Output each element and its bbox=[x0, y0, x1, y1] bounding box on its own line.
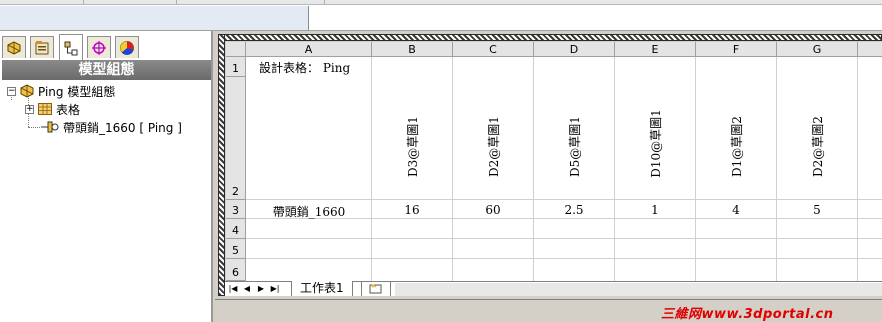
feature-manager-panel: 模型組態 − Ping 模型組態 + 表格 帶頭銷_1660 [Ping] bbox=[0, 31, 213, 322]
prev-sheet-button[interactable]: ◀ bbox=[241, 283, 253, 295]
cell-d3[interactable]: 2.5 bbox=[534, 203, 614, 217]
column-header-b[interactable]: B bbox=[372, 42, 453, 57]
configuration-icon bbox=[40, 119, 60, 135]
top-toolbar bbox=[0, 0, 882, 31]
cell-c3[interactable]: 60 bbox=[453, 203, 533, 217]
cell-a1[interactable]: 設計表格： Ping bbox=[259, 59, 350, 76]
next-sheet-button[interactable]: ▶ bbox=[255, 283, 267, 295]
watermark: 三維网www.3dportal.cn bbox=[661, 307, 834, 322]
design-table-icon bbox=[37, 101, 53, 117]
tab-property-manager[interactable] bbox=[30, 36, 54, 58]
row-header-5[interactable]: 5 bbox=[226, 239, 246, 259]
panel-title: 模型組態 bbox=[2, 60, 211, 80]
insert-sheet-icon bbox=[369, 284, 382, 294]
dimxpert-icon bbox=[92, 40, 106, 55]
status-strip bbox=[215, 296, 882, 300]
column-header-f[interactable]: F bbox=[696, 42, 777, 57]
tree-root[interactable]: − Ping 模型組態 bbox=[7, 82, 115, 100]
insert-sheet-tab[interactable] bbox=[361, 282, 391, 297]
edit-border-top bbox=[218, 34, 882, 41]
tab-dimxpert[interactable] bbox=[87, 36, 111, 58]
sheet-tab-1[interactable]: 工作表1 bbox=[291, 281, 353, 297]
expand-toggle[interactable]: + bbox=[25, 104, 34, 114]
row-header-1[interactable]: 1 bbox=[226, 57, 246, 77]
sheet-tab-bar: |◀ ◀ ▶ ▶| 工作表1 bbox=[225, 281, 882, 297]
cell-e3[interactable]: 1 bbox=[615, 203, 695, 217]
display-manager-icon bbox=[120, 40, 134, 55]
spreadsheet-grid[interactable]: A B C D E F G 1 2 3 4 5 6 設計表格： Ping D3@… bbox=[226, 42, 882, 281]
column-header-d[interactable]: D bbox=[534, 42, 615, 57]
manager-tabs bbox=[2, 34, 211, 60]
tab-display-manager[interactable] bbox=[115, 36, 139, 58]
cell-b2[interactable]: D3@草圖1 bbox=[372, 77, 452, 199]
configuration-manager-icon bbox=[64, 41, 78, 55]
part-icon bbox=[19, 83, 35, 99]
tab-feature-manager[interactable] bbox=[2, 36, 26, 58]
last-sheet-button[interactable]: ▶| bbox=[269, 283, 281, 295]
select-all-corner[interactable] bbox=[226, 42, 246, 57]
cell-d2[interactable]: D5@草圖1 bbox=[534, 77, 614, 199]
column-header-h[interactable] bbox=[858, 42, 882, 57]
column-header-g[interactable]: G bbox=[777, 42, 858, 57]
app-window: 模型組態 − Ping 模型組態 + 表格 帶頭銷_1660 [Ping] … bbox=[0, 0, 882, 322]
collapse-toggle[interactable]: − bbox=[7, 86, 16, 96]
tree-item-configuration-label: 帶頭銷_1660 [ Ping ] bbox=[63, 120, 182, 135]
row-header-2[interactable]: 2 bbox=[226, 77, 246, 200]
horizontal-scroll-area[interactable] bbox=[395, 283, 882, 296]
tree-item-table-label: 表格 bbox=[56, 102, 81, 117]
command-strip bbox=[0, 0, 882, 5]
name-box[interactable] bbox=[0, 6, 309, 30]
cell-g3[interactable]: 5 bbox=[777, 203, 857, 217]
tree-item-configuration[interactable]: 帶頭銷_1660 [ Ping ] bbox=[40, 118, 182, 136]
tab-configuration-manager[interactable] bbox=[59, 34, 83, 60]
cell-f3[interactable]: 4 bbox=[696, 203, 776, 217]
design-table-area: A B C D E F G 1 2 3 4 5 6 設計表格： Ping D3@… bbox=[215, 31, 882, 322]
column-header-c[interactable]: C bbox=[453, 42, 534, 57]
part-feature-icon bbox=[7, 40, 21, 55]
column-header-e[interactable]: E bbox=[615, 42, 696, 57]
row-header-4[interactable]: 4 bbox=[226, 219, 246, 239]
cell-c2[interactable]: D2@草圖1 bbox=[453, 77, 533, 199]
tree-root-label: Ping 模型組態 bbox=[38, 84, 116, 99]
cell-f2[interactable]: D1@草圖2 bbox=[696, 77, 776, 199]
first-sheet-button[interactable]: |◀ bbox=[227, 283, 239, 295]
cell-e2[interactable]: D10@草圖1 bbox=[615, 77, 695, 199]
column-header-a[interactable]: A bbox=[246, 42, 372, 57]
row-header-6[interactable]: 6 bbox=[226, 259, 246, 281]
cell-b3[interactable]: 16 bbox=[372, 203, 452, 217]
cell-a3[interactable]: 帶頭銷_1660 bbox=[247, 203, 371, 220]
tree-item-table[interactable]: + 表格 bbox=[25, 100, 80, 118]
cell-g2[interactable]: D2@草圖2 bbox=[777, 77, 857, 199]
property-manager-icon bbox=[35, 40, 49, 54]
edit-border-left bbox=[218, 34, 225, 296]
row-header-3[interactable]: 3 bbox=[226, 200, 246, 219]
